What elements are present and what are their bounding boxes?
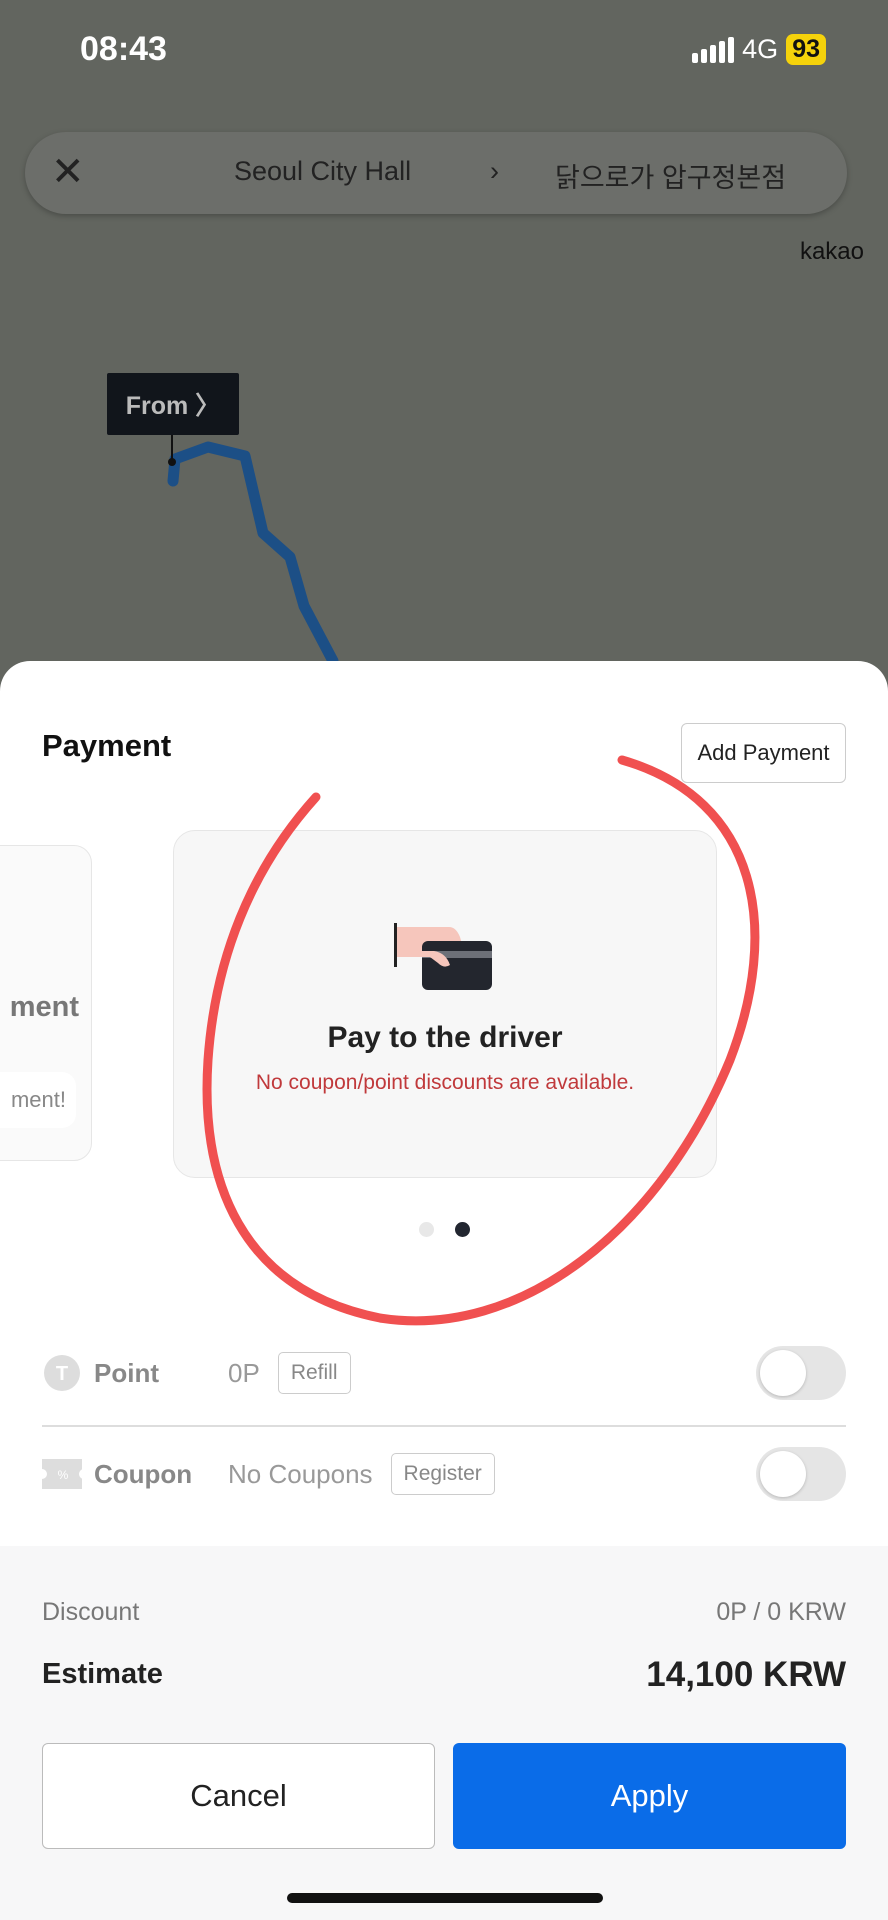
payment-card-driver[interactable]: Pay to the driver No coupon/point discou… [173,830,717,1178]
network-type: 4G [742,34,779,64]
coupon-value: No Coupons [228,1458,373,1489]
from-marker[interactable]: From 〉 [107,373,239,435]
svg-text:T: T [56,1363,68,1385]
payment-title: Payment [42,728,172,763]
map-attribution: kakao [799,238,864,265]
card-warning: No coupon/point discounts are available. [255,1071,635,1094]
add-payment-button[interactable]: Add Payment [681,723,846,783]
destination-label[interactable]: 닭으로가 압구정본점 [555,156,786,195]
battery-icon: 93 [786,34,826,65]
point-row: T Point 0P Refill [42,1343,846,1403]
register-button[interactable]: Register [390,1453,495,1495]
home-indicator[interactable] [287,1893,603,1903]
status-icons: 4G 93 [692,34,826,65]
page-dot-2-active[interactable] [455,1222,470,1237]
chevron-right-icon: › [490,156,499,186]
card-title: Pay to the driver [327,1021,563,1054]
page-dot-1[interactable] [419,1222,434,1237]
origin-label[interactable]: Seoul City Hall [234,156,411,187]
route-line [167,435,339,667]
hand-card-icon [394,923,492,990]
svg-text:%: % [58,1468,69,1482]
point-toggle[interactable] [756,1346,846,1400]
estimate-value: 14,100 KRW [646,1655,846,1694]
point-icon: T [42,1353,82,1393]
coupon-row: % Coupon No Coupons Register [42,1444,846,1504]
route-bar[interactable]: ✕ Seoul City Hall › 닭으로가 압구정본점 [25,132,847,214]
divider [42,1425,846,1427]
card-title: ment [9,991,79,1023]
point-value: 0P [228,1357,260,1388]
coupon-toggle[interactable] [756,1447,846,1501]
close-icon[interactable]: ✕ [51,152,85,192]
payment-card-previous[interactable]: ment ment! [0,845,92,1161]
status-time: 08:43 [80,30,167,68]
signal-icon [692,36,735,63]
discount-value: 0P / 0 KRW [716,1598,846,1626]
coupon-label: Coupon [94,1458,193,1489]
map[interactable] [0,0,888,700]
estimate-label: Estimate [42,1658,163,1690]
point-label: Point [94,1357,159,1388]
cancel-button[interactable]: Cancel [42,1743,435,1849]
card-button[interactable]: ment! [0,1072,76,1128]
coupon-icon: % [42,1454,82,1494]
refill-button[interactable]: Refill [277,1352,351,1394]
discount-label: Discount [42,1598,140,1626]
apply-button[interactable]: Apply [453,1743,846,1849]
